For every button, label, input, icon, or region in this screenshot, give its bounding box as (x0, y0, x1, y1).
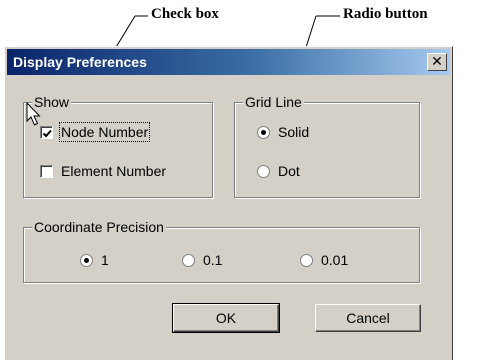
cancel-button[interactable]: Cancel (315, 304, 421, 332)
solid-label: Solid (278, 124, 310, 140)
mouse-pointer-icon (26, 102, 41, 126)
grid-line-group-legend: Grid Line (243, 94, 304, 110)
dialog-title: Display Preferences (13, 54, 147, 70)
grid-line-group: Grid Line Solid Dot (234, 94, 420, 198)
precision-1-label: 1 (101, 252, 109, 268)
precision-0-01-radio-button[interactable] (300, 253, 313, 267)
precision-option-1-row[interactable]: 1 (80, 252, 109, 268)
checkmark-icon (42, 129, 52, 137)
precision-1-radio-button[interactable] (80, 253, 93, 267)
precision-0-1-radio-button[interactable] (182, 253, 195, 267)
precision-0-1-label: 0.1 (203, 252, 223, 268)
element-number-label: Element Number (61, 163, 167, 179)
precision-option-0-1-row[interactable]: 0.1 (182, 252, 222, 268)
dot-radio-row[interactable]: Dot (257, 163, 300, 179)
coordinate-precision-group: Coordinate Precision 1 0.1 0.01 (23, 219, 420, 283)
display-preferences-dialog: Display Preferences ✕ Show Node Number E… (4, 46, 453, 360)
ok-button[interactable]: OK (172, 303, 280, 333)
element-number-checkbox-row[interactable]: Element Number (40, 163, 166, 179)
element-number-checkbox[interactable] (40, 164, 53, 178)
show-group: Show Node Number Element Number (23, 94, 213, 198)
precision-option-0-01-row[interactable]: 0.01 (300, 252, 348, 268)
dot-radio-button[interactable] (257, 164, 270, 178)
title-bar[interactable]: Display Preferences ✕ (7, 49, 450, 75)
node-number-checkbox-row[interactable]: Node Number (40, 122, 151, 142)
coordinate-precision-legend: Coordinate Precision (32, 219, 166, 235)
dot-label: Dot (278, 163, 300, 179)
node-number-label: Node Number (58, 122, 151, 142)
precision-0-01-label: 0.01 (321, 252, 349, 268)
close-icon: ✕ (431, 53, 443, 69)
solid-radio-row[interactable]: Solid (257, 124, 309, 140)
solid-radio-button[interactable] (257, 125, 270, 139)
close-button[interactable]: ✕ (427, 53, 447, 71)
